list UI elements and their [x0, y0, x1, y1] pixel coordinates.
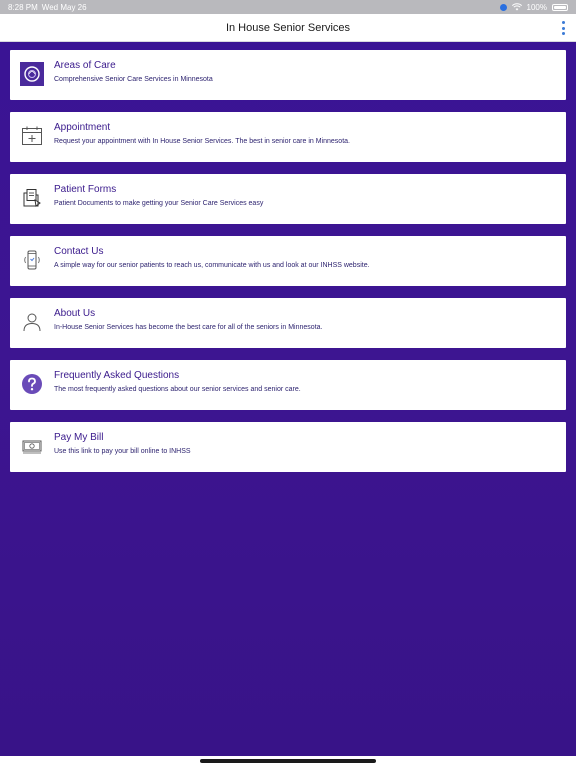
menu-item-faq[interactable]: Frequently Asked Questions The most freq… [10, 360, 566, 410]
menu-list: Areas of Care Comprehensive Senior Care … [0, 42, 576, 756]
wifi-icon [511, 3, 522, 11]
menu-item-title: Appointment [54, 122, 111, 133]
status-date: Wed May 26 [41, 2, 87, 12]
menu-item-subtitle: In-House Senior Services has become the … [54, 324, 323, 331]
menu-item-title: Contact Us [54, 246, 104, 257]
menu-item-subtitle: The most frequently asked questions abou… [54, 386, 301, 393]
question-icon [20, 372, 44, 396]
menu-item-title: Patient Forms [54, 184, 117, 195]
menu-item-title: Pay My Bill [54, 432, 104, 443]
more-options-icon[interactable] [560, 21, 566, 35]
battery-percent: 100% [526, 2, 547, 12]
menu-item-subtitle: Patient Documents to make getting your S… [54, 200, 264, 207]
menu-item-subtitle: Request your appointment with In House S… [54, 138, 350, 145]
menu-item-patient-forms[interactable]: Patient Forms Patient Documents to make … [10, 174, 566, 224]
menu-item-title: About Us [54, 308, 96, 319]
menu-item-title: Frequently Asked Questions [54, 370, 180, 381]
status-time: 8:28 PM [8, 2, 38, 12]
battery-icon [552, 3, 568, 11]
status-bar: 8:28 PM Wed May 26 100% [0, 0, 576, 14]
menu-item-subtitle: Comprehensive Senior Care Services in Mi… [54, 76, 213, 83]
home-indicator[interactable] [200, 759, 376, 763]
navigation-bar: In House Senior Services [0, 14, 576, 42]
location-icon [499, 3, 507, 11]
phone-icon [20, 248, 44, 272]
menu-item-about-us[interactable]: About Us In-House Senior Services has be… [10, 298, 566, 348]
page-title: In House Senior Services [225, 21, 351, 34]
menu-item-title: Areas of Care [54, 60, 116, 71]
home-indicator-area [0, 756, 576, 768]
document-folder-icon [20, 186, 44, 210]
areas-of-care-logo-icon [20, 62, 44, 86]
bill-icon [20, 434, 44, 458]
calendar-icon [20, 124, 44, 148]
menu-item-pay-my-bill[interactable]: Pay My Bill Use this link to pay your bi… [10, 422, 566, 472]
menu-item-appointment[interactable]: Appointment Request your appointment wit… [10, 112, 566, 162]
menu-item-subtitle: Use this link to pay your bill online to… [54, 448, 191, 455]
menu-item-subtitle: A simple way for our senior patients to … [54, 262, 370, 269]
menu-item-areas-of-care[interactable]: Areas of Care Comprehensive Senior Care … [10, 50, 566, 100]
person-icon [20, 310, 44, 334]
menu-item-contact-us[interactable]: Contact Us A simple way for our senior p… [10, 236, 566, 286]
